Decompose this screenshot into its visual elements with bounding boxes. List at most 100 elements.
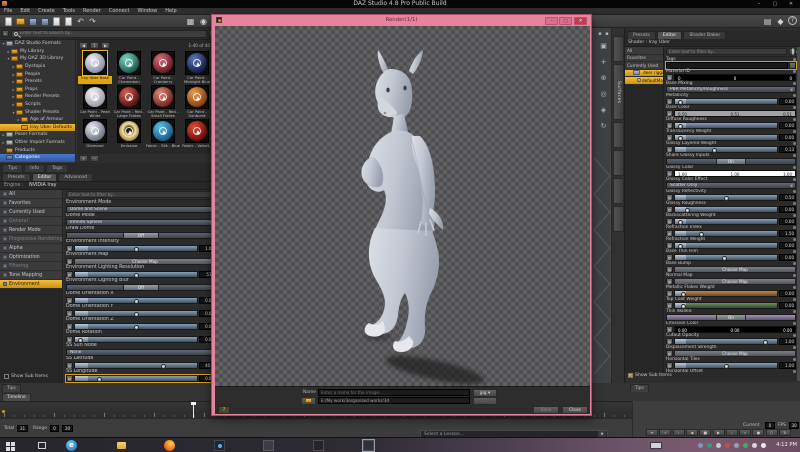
- toggle-button[interactable]: On: [716, 159, 747, 164]
- rs-group-favorites[interactable]: Favorites: [0, 199, 62, 208]
- slider-handle[interactable]: [699, 232, 704, 237]
- slider-handle[interactable]: [678, 124, 683, 129]
- playback-button-8[interactable]: ●: [752, 429, 764, 436]
- param-gear-icon[interactable]: [793, 250, 796, 253]
- dock-tab-surfaces[interactable]: Surfaces: [613, 64, 624, 120]
- param-gear-icon[interactable]: [793, 94, 796, 97]
- library-item-fabric-velvet[interactable]: Fabric - Velvet -: [180, 119, 214, 153]
- slider-track[interactable]: [674, 290, 778, 297]
- slider-handle[interactable]: [678, 220, 683, 225]
- filter-input[interactable]: [666, 48, 787, 55]
- tree-item-products[interactable]: Products: [0, 146, 75, 154]
- param-dropdown[interactable]: PBR Metallicity/Roughness▼: [666, 86, 796, 93]
- add-button[interactable]: +: [79, 155, 88, 162]
- total-value[interactable]: 31: [17, 425, 28, 432]
- param-gear-icon[interactable]: [793, 178, 796, 181]
- render-minimize-button[interactable]: –: [545, 17, 558, 25]
- param-value[interactable]: 0.00: [779, 206, 796, 213]
- param-value[interactable]: 0.00: [779, 302, 796, 309]
- param-value[interactable]: 0.00: [779, 254, 796, 261]
- close-render-button[interactable]: Close: [562, 406, 588, 414]
- slider-track[interactable]: [674, 338, 778, 345]
- slider-handle[interactable]: [678, 100, 683, 105]
- param-dropdown[interactable]: Infinite Sphere▼: [66, 219, 216, 226]
- slider-track[interactable]: [674, 206, 778, 213]
- clock[interactable]: 4:12 PM: [776, 438, 797, 452]
- slider-track[interactable]: [674, 242, 778, 249]
- import-icon[interactable]: [51, 16, 62, 27]
- param-gear-icon[interactable]: [793, 370, 796, 373]
- surf-tab-shader-baker[interactable]: Shader Baker: [683, 31, 726, 39]
- toggle-button[interactable]: Off: [123, 285, 159, 290]
- menu-edit[interactable]: Edit: [20, 8, 30, 15]
- tray-icon-8[interactable]: [761, 443, 766, 448]
- map-button[interactable]: ▦: [66, 362, 73, 369]
- tab-info[interactable]: Info: [24, 164, 45, 172]
- surface-node-deer-riggin-01[interactable]: ▾deer riggin 01: [625, 70, 663, 78]
- save-icon[interactable]: [27, 16, 38, 27]
- rs-group-optimization[interactable]: Optimization: [0, 253, 62, 262]
- param-gear-icon[interactable]: [793, 298, 796, 301]
- param-value[interactable]: 0.00: [779, 290, 796, 297]
- tree-item-daz-studio-formats[interactable]: ▾DAZ Studio Formats: [0, 40, 75, 48]
- show-sub-items-right[interactable]: ✓ Show Sub Items: [628, 373, 672, 378]
- library-item-car-paint-sunburst[interactable]: Car Paint - Sunburst: [180, 85, 214, 119]
- param-gear-icon[interactable]: [793, 118, 796, 121]
- tree-item-my-daz-3d-library[interactable]: ▾My DAZ 3D Library: [0, 55, 75, 63]
- playback-button-5[interactable]: ▶: [713, 429, 725, 436]
- slider-handle[interactable]: [161, 364, 166, 369]
- toggle-button[interactable]: On: [716, 315, 747, 320]
- tray-icon-2[interactable]: [707, 443, 712, 448]
- param-value[interactable]: 0.00: [779, 242, 796, 249]
- surf-group-currently-used[interactable]: Currently Used: [625, 62, 663, 70]
- dock-tab-2[interactable]: [613, 122, 624, 148]
- taskbar-daz-studio-icon[interactable]: [363, 440, 374, 451]
- library-item-car-paint-pearl-white[interactable]: Car Paint - Pearl White: [78, 85, 112, 119]
- param-value[interactable]: 0.00: [779, 98, 796, 105]
- library-item-car-paint-red-large-flakes[interactable]: Car Paint - Red - Large Flakes: [112, 85, 146, 119]
- toggle-track[interactable]: Off: [66, 284, 216, 291]
- slider-track[interactable]: [674, 194, 778, 201]
- choose-map-button[interactable]: Choose Map: [74, 258, 216, 265]
- slider-handle[interactable]: [722, 256, 727, 261]
- slider-track[interactable]: [74, 362, 198, 369]
- keyboard-icon[interactable]: [650, 442, 662, 449]
- menu-connect[interactable]: Connect: [109, 8, 130, 15]
- library-filter-button[interactable]: ▸: [2, 30, 9, 37]
- image-name-input[interactable]: [318, 389, 470, 396]
- slider-track[interactable]: [674, 254, 778, 261]
- slider-track[interactable]: [74, 271, 198, 278]
- slider-handle[interactable]: [763, 340, 768, 345]
- slider-handle[interactable]: [97, 377, 102, 382]
- slider-handle[interactable]: [724, 364, 729, 369]
- viewport-options-icon[interactable]: ▪: [604, 31, 610, 37]
- slider-track[interactable]: [674, 134, 778, 141]
- library-item-car-paint-red-small-flakes[interactable]: Car Paint - Red - Small Flakes: [146, 85, 180, 119]
- slider-handle[interactable]: [712, 148, 717, 153]
- save-path-field[interactable]: [318, 397, 470, 404]
- param-value[interactable]: 0.50: [779, 194, 796, 201]
- remove-button[interactable]: −: [90, 155, 99, 162]
- save-button[interactable]: Save: [533, 406, 559, 414]
- library-item-car-paint-cranberry[interactable]: Car Paint - Cranberry: [146, 51, 180, 85]
- slider-handle[interactable]: [78, 338, 83, 343]
- rs-group-alpha[interactable]: Alpha: [0, 244, 62, 253]
- fps-value[interactable]: 30: [789, 422, 799, 429]
- param-dropdown[interactable]: Dome and Scene▼: [66, 206, 216, 213]
- param-value[interactable]: 1.50: [779, 230, 796, 237]
- render-canvas[interactable]: [215, 26, 590, 386]
- tree-item-dystopia[interactable]: ▸Dystopia: [0, 63, 75, 71]
- tray-icon-6[interactable]: [743, 443, 748, 448]
- param-gear-icon[interactable]: [793, 202, 796, 205]
- frame-icon[interactable]: ◈: [598, 105, 609, 116]
- range-to-value[interactable]: 30: [62, 425, 73, 432]
- param-gear-icon[interactable]: [793, 214, 796, 217]
- render-icon[interactable]: ◉: [198, 16, 209, 27]
- export-icon[interactable]: [63, 16, 74, 27]
- tray-icon-3[interactable]: [716, 443, 721, 448]
- param-value[interactable]: 0.00: [779, 218, 796, 225]
- tree-item-other-import-formats[interactable]: ▸Other Import Formats: [0, 139, 75, 147]
- taskbar-firefox-icon[interactable]: [164, 440, 175, 451]
- slider-track[interactable]: [74, 375, 198, 382]
- param-gear-icon[interactable]: [793, 70, 796, 73]
